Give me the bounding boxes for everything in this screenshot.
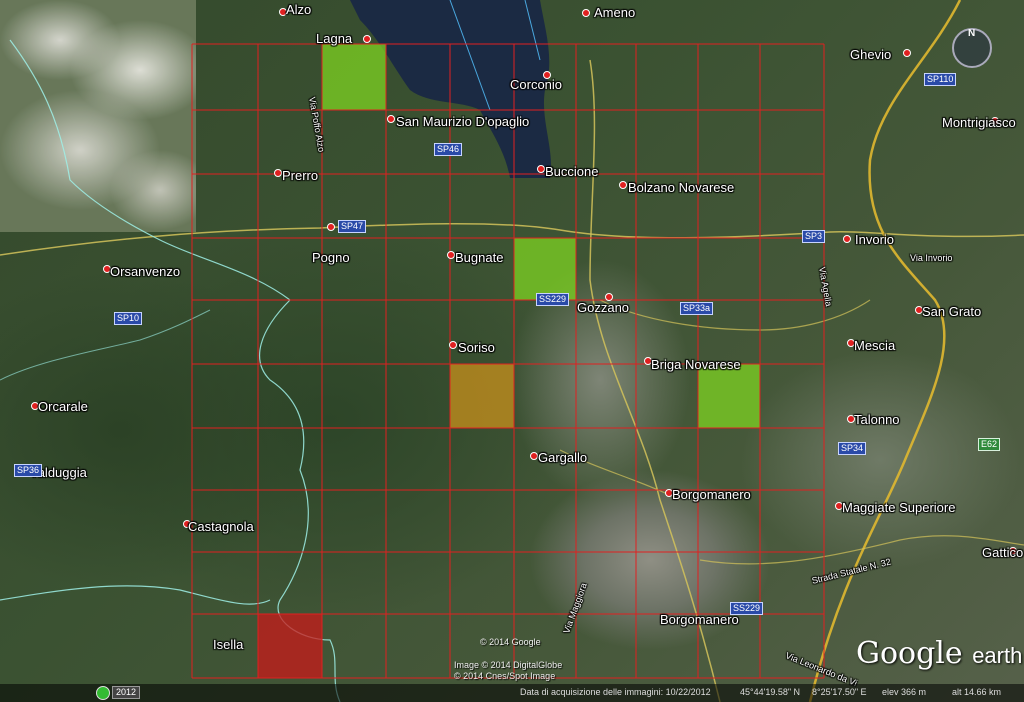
acquisition-date: Data di acquisizione delle immagini: 10/… [520, 687, 711, 697]
place-label[interactable]: Invorio [855, 232, 894, 247]
compass-control[interactable]: N [952, 28, 992, 68]
road-shield: SP34 [838, 442, 867, 455]
place-label[interactable]: Orsanvenzo [110, 264, 180, 279]
logo-brand: Google [856, 636, 963, 671]
place-label[interactable]: San Maurizio D'opaglio [396, 114, 529, 129]
place-marker-icon[interactable] [387, 115, 395, 123]
place-marker-icon[interactable] [903, 49, 911, 57]
road-shield: SP3 [802, 230, 826, 243]
map-view[interactable]: Alzo Ameno Lagna Corconio Ghevio San Maurizio… [0, 0, 1024, 702]
digitalglobe-credit: Image © 2014 DigitalGlobe [454, 660, 563, 670]
road-shield: SP33a [680, 302, 714, 315]
place-label[interactable]: Orcarale [38, 399, 88, 414]
cnes-credit: © 2014 Cnes/Spot Image [454, 671, 556, 681]
place-label[interactable]: Buccione [545, 164, 598, 179]
highlighted-grid-cell[interactable] [514, 238, 576, 300]
place-label[interactable]: Borgomanero [660, 612, 739, 627]
place-label[interactable]: Montrigiasco [942, 115, 1016, 130]
road-shield: SS229 [730, 602, 764, 615]
road-shield: SP47 [338, 220, 367, 233]
place-marker-icon[interactable] [274, 169, 282, 177]
place-marker-icon[interactable] [843, 235, 851, 243]
place-label[interactable]: Borgomanero [672, 487, 751, 502]
road-name-label: Via Invorio [910, 253, 953, 263]
google-earth-logo: Google earth [856, 636, 1022, 671]
elevation-readout: elev 366 m [882, 687, 927, 697]
place-label[interactable]: San Grato [922, 304, 981, 319]
place-label[interactable]: Gattico [982, 545, 1023, 560]
place-label[interactable]: Bolzano Novarese [628, 180, 734, 195]
place-label[interactable]: Lagna [316, 31, 352, 46]
place-label[interactable]: Soriso [458, 340, 495, 355]
place-label[interactable]: Pogno [312, 250, 350, 265]
place-marker-icon[interactable] [447, 251, 455, 259]
place-marker-icon[interactable] [449, 341, 457, 349]
place-label[interactable]: Bugnate [455, 250, 503, 265]
place-label[interactable]: Isella [213, 637, 243, 652]
place-label[interactable]: Corconio [510, 77, 562, 92]
place-label[interactable]: Gozzano [577, 300, 629, 315]
place-label[interactable]: Ghevio [850, 47, 891, 62]
place-marker-icon[interactable] [537, 165, 545, 173]
logo-product: earth [972, 643, 1023, 668]
place-marker-icon[interactable] [363, 35, 371, 43]
highlighted-grid-cell[interactable] [450, 364, 514, 428]
road-shield: SP36 [14, 464, 43, 477]
place-label[interactable]: Castagnola [188, 519, 254, 534]
road-shield: SP110 [924, 73, 957, 86]
google-credit: © 2014 Google [480, 637, 541, 647]
road-shield: SS229 [536, 293, 570, 306]
longitude-readout: 8°25'17.50" E [812, 687, 867, 697]
place-label[interactable]: Prerro [282, 168, 318, 183]
place-label[interactable]: Mescia [854, 338, 895, 353]
place-marker-icon[interactable] [582, 9, 590, 17]
historical-imagery-button[interactable] [96, 686, 110, 700]
altitude-readout: alt 14.66 km [952, 687, 1002, 697]
place-label[interactable]: Maggiate Superiore [842, 500, 955, 515]
road-shield: SP10 [114, 312, 143, 325]
status-bar: Data di acquisizione delle immagini: 10/… [0, 684, 1024, 702]
compass-north-label: N [968, 28, 976, 39]
road-shield: SP46 [434, 143, 463, 156]
place-label[interactable]: Gargallo [538, 450, 587, 465]
imagery-year-badge[interactable]: 2012 [112, 686, 141, 699]
road-shield: E62 [978, 438, 1001, 451]
place-marker-icon[interactable] [327, 223, 335, 231]
place-label[interactable]: Alzo [286, 2, 311, 17]
admin-boundary-lines [0, 39, 341, 702]
place-label[interactable]: Talonno [854, 412, 900, 427]
place-label[interactable]: Briga Novarese [651, 357, 741, 372]
highlighted-grid-cell[interactable] [258, 614, 322, 678]
place-marker-icon[interactable] [619, 181, 627, 189]
place-label[interactable]: Ameno [594, 5, 635, 20]
highlighted-grid-cell[interactable] [322, 44, 386, 110]
highlighted-grid-cell[interactable] [698, 364, 760, 428]
latitude-readout: 45°44'19.58" N [740, 687, 801, 697]
place-marker-icon[interactable] [530, 452, 538, 460]
